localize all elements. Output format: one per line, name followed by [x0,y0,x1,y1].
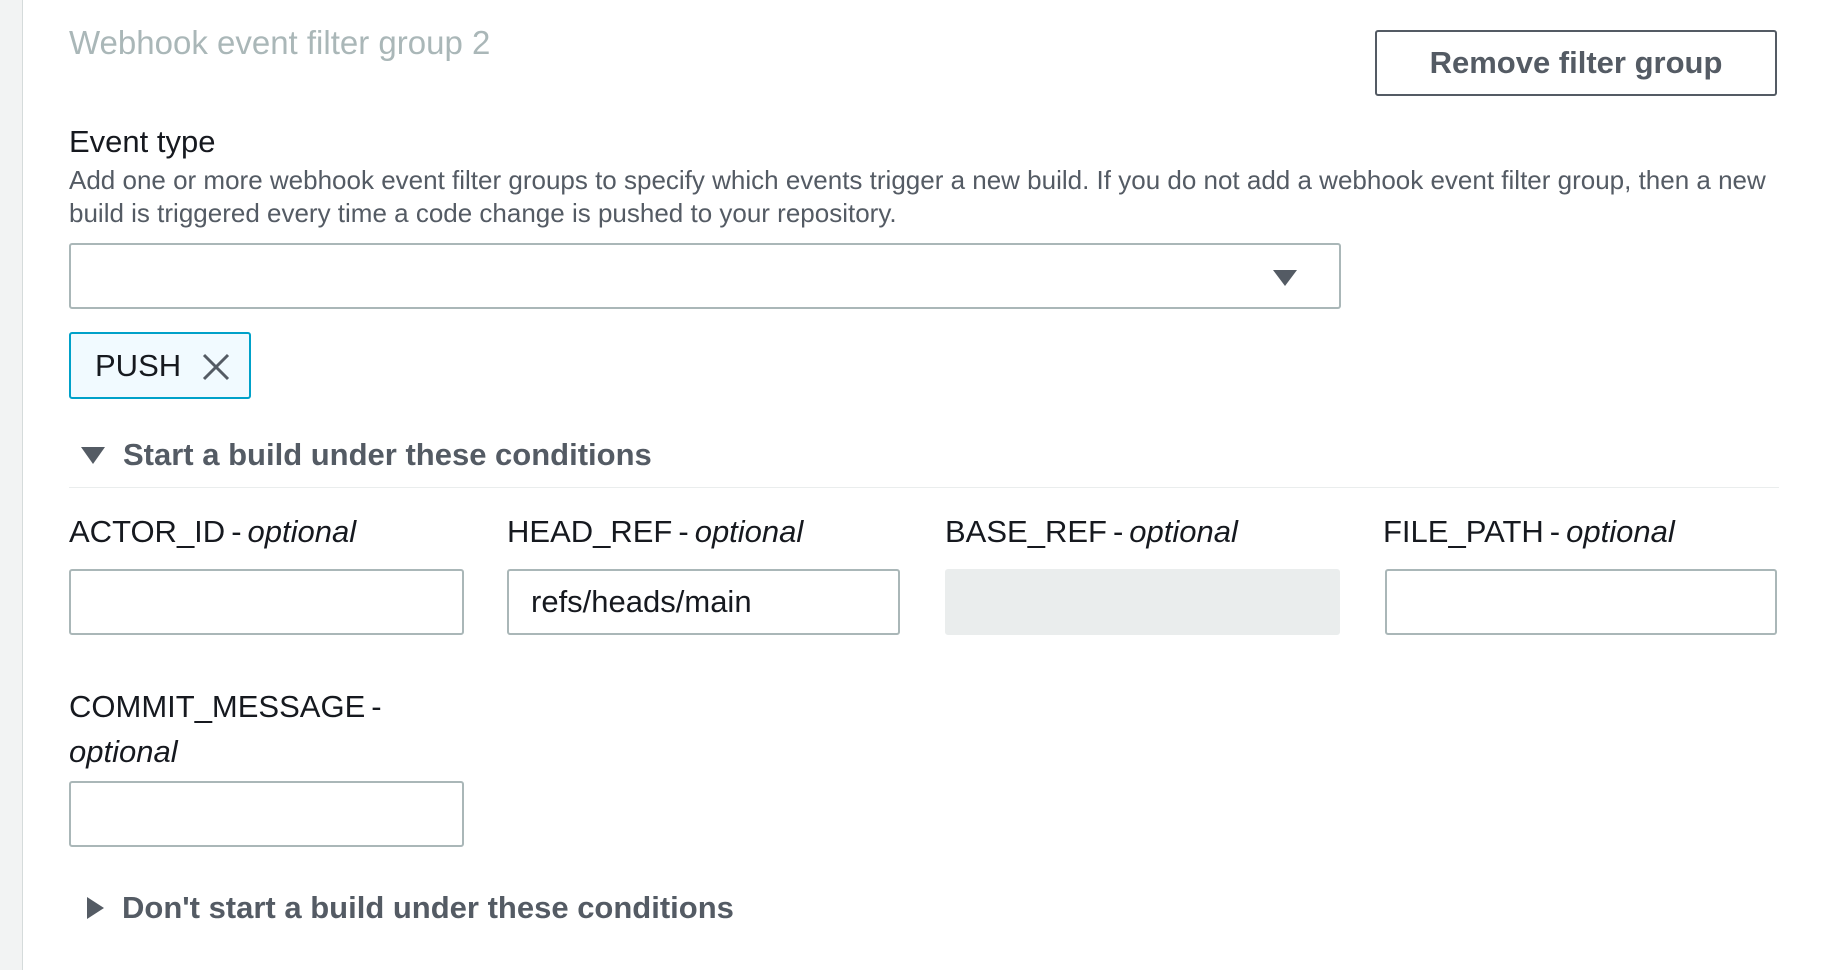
start-conditions-label: Start a build under these conditions [123,437,652,472]
optional-text: optional [694,514,804,549]
optional-text: optional [247,514,357,549]
file-path-label: FILE_PATH - optional [1383,514,1675,549]
dont-start-conditions-toggle[interactable]: Don't start a build under these conditio… [83,890,734,926]
filter-group-title: Webhook event filter group 2 [69,24,491,61]
caret-right-icon [87,897,104,919]
event-type-label: Event type [69,124,216,159]
event-token-push: PUSH [69,332,251,399]
actor-id-input[interactable] [69,569,464,635]
file-path-name: FILE_PATH [1383,514,1544,549]
file-path-input[interactable] [1385,569,1777,635]
actor-id-label: ACTOR_ID - optional [69,514,357,549]
section-divider [69,487,1779,488]
optional-text: optional [1566,514,1675,549]
event-token-label: PUSH [95,347,182,383]
base-ref-input [945,569,1340,635]
start-conditions-toggle[interactable]: Start a build under these conditions [81,437,652,473]
optional-text: optional [1129,514,1238,549]
head-ref-input[interactable] [507,569,900,635]
event-type-select[interactable] [69,243,1341,309]
commit-message-name: COMMIT_MESSAGE [69,689,366,724]
commit-message-input[interactable] [69,781,464,847]
head-ref-label: HEAD_REF - optional [507,514,804,549]
caret-down-icon [1273,270,1297,286]
commit-message-label: COMMIT_MESSAGE - optional [69,689,382,769]
optional-text: optional [69,734,178,769]
dont-start-conditions-label: Don't start a build under these conditio… [122,890,734,925]
head-ref-name: HEAD_REF [507,514,673,549]
event-type-description: Add one or more webhook event filter gro… [69,165,1766,228]
base-ref-name: BASE_REF [945,514,1107,549]
actor-id-name: ACTOR_ID [69,514,226,549]
close-icon[interactable] [201,352,231,382]
remove-filter-group-button[interactable]: Remove filter group [1375,30,1777,96]
caret-down-icon [81,446,105,464]
base-ref-label: BASE_REF - optional [945,514,1238,549]
filter-group-panel: Webhook event filter group 2 Remove filt… [22,0,1836,970]
